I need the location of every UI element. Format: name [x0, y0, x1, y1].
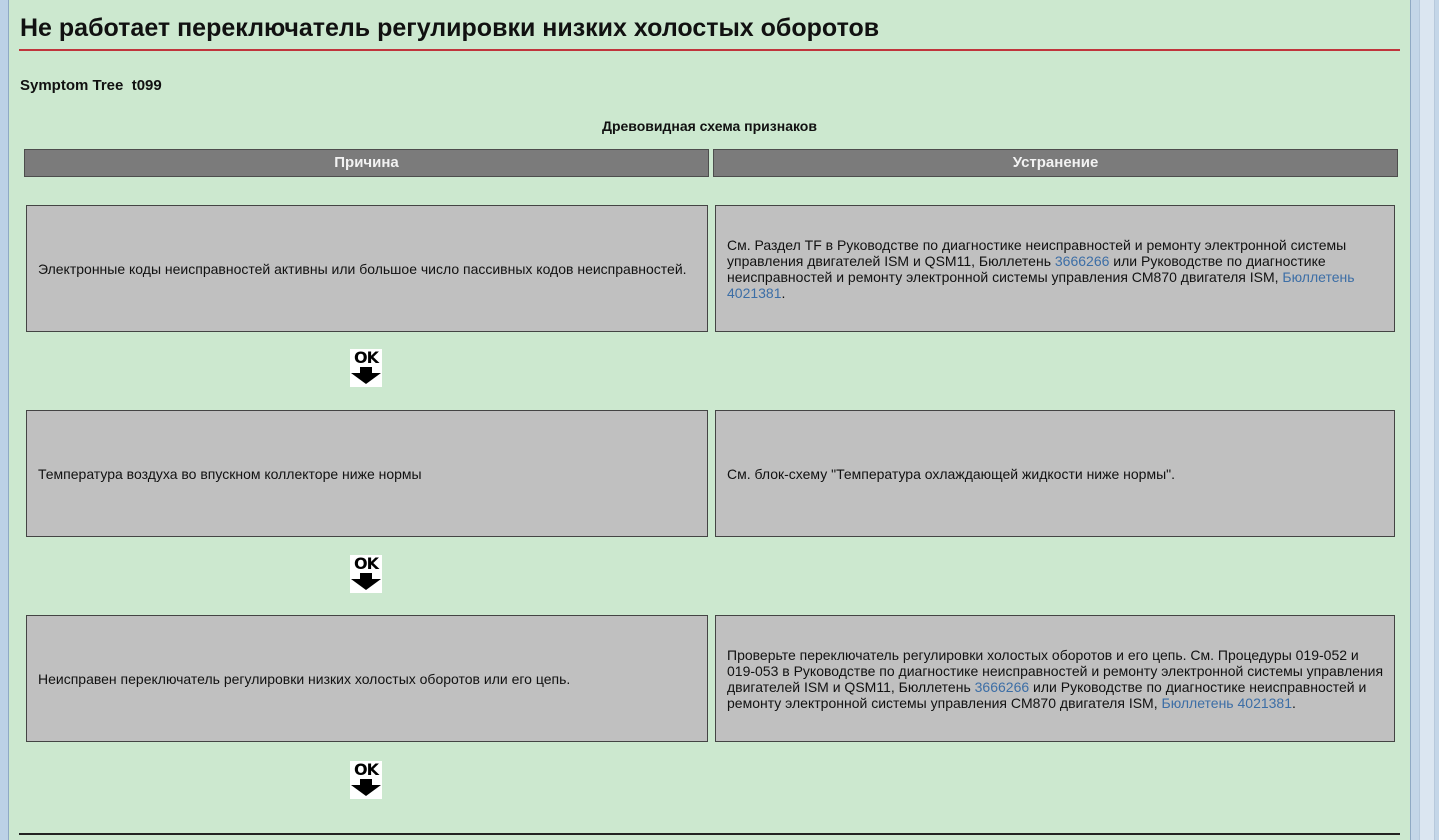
cause-cell-3: Неисправен переключатель регулировки низ…: [26, 615, 708, 742]
page-title: Не работает переключатель регулировки ни…: [20, 14, 880, 42]
column-header-fix: Устранение: [713, 149, 1398, 177]
cause-text: Неисправен переключатель регулировки низ…: [38, 670, 571, 687]
vertical-scrollbar[interactable]: [1410, 0, 1439, 840]
window-frame-left: [0, 0, 9, 840]
fix-cell-2: См. блок-схему "Температура охлаждающей …: [715, 410, 1395, 537]
ok-down-arrow-icon[interactable]: OK: [350, 349, 382, 387]
ok-down-arrow-icon[interactable]: OK: [350, 761, 382, 799]
cause-text: Температура воздуха во впускном коллекто…: [38, 465, 422, 482]
title-divider: [19, 49, 1400, 51]
bulletin-link-3666266[interactable]: 3666266: [975, 679, 1030, 695]
scrollbar-track[interactable]: [1419, 0, 1435, 840]
tree-caption: Древовидная схема признаков: [602, 118, 817, 134]
bulletin-link-3666266[interactable]: 3666266: [1055, 253, 1110, 269]
fix-text: Проверьте переключатель регулировки холо…: [727, 646, 1384, 711]
fix-cell-1: См. Раздел TF в Руководстве по диагности…: [715, 205, 1395, 332]
fix-cell-3: Проверьте переключатель регулировки холо…: [715, 615, 1395, 742]
ok-down-arrow-icon[interactable]: OK: [350, 555, 382, 593]
fix-text: См. блок-схему "Температура охлаждающей …: [727, 465, 1176, 482]
fix-text: См. Раздел TF в Руководстве по диагности…: [727, 236, 1355, 301]
cause-cell-2: Температура воздуха во впускном коллекто…: [26, 410, 708, 537]
document-page: Не работает переключатель регулировки ни…: [9, 0, 1410, 840]
symptom-tree-id: Symptom Tree t099: [20, 77, 162, 94]
column-header-cause: Причина: [24, 149, 709, 177]
bulletin-link-4021381[interactable]: Бюллетень 4021381: [1162, 695, 1293, 711]
bottom-divider: [19, 833, 1400, 835]
cause-cell-1: Электронные коды неисправностей активны …: [26, 205, 708, 332]
cause-text: Электронные коды неисправностей активны …: [38, 260, 687, 277]
